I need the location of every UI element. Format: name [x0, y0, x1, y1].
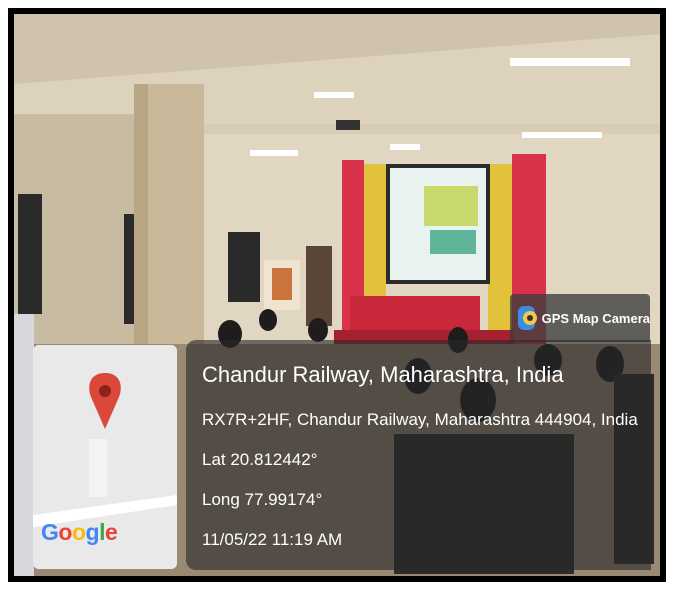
gps-map-camera-badge: GPS Map Camera	[510, 294, 650, 342]
location-title: Chandur Railway, Maharashtra, India	[202, 362, 564, 387]
longitude: Long 77.99174°	[202, 490, 323, 509]
location-info-panel: Chandur Railway, Maharashtra, India RX7R…	[186, 340, 651, 570]
badge-label: GPS Map Camera	[541, 310, 650, 326]
timestamp: 11/05/22 11:19 AM	[202, 530, 343, 549]
camera-icon	[518, 306, 537, 330]
google-logo: Google	[41, 519, 118, 545]
mini-map[interactable]: Google	[33, 345, 177, 569]
latitude: Lat 20.812442°	[202, 450, 318, 469]
location-address: RX7R+2HF, Chandur Railway, Maharashtra 4…	[202, 410, 638, 429]
